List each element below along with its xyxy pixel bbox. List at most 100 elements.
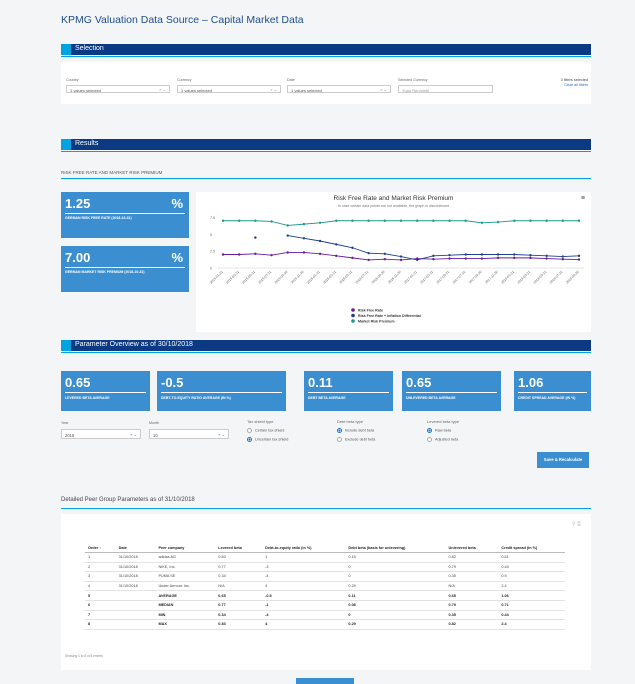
data-point bbox=[513, 219, 516, 222]
adjusted-beta-radio[interactable]: Adjusted beta bbox=[427, 437, 458, 442]
data-point bbox=[577, 258, 581, 261]
month-select[interactable]: 10 × ⌄ bbox=[149, 429, 229, 439]
card-value: 0.65 bbox=[406, 375, 432, 390]
results-subtitle: RISK FREE RATE AND MARKET RISK PREMIUM bbox=[61, 170, 163, 175]
radio-label: Adjusted beta bbox=[435, 437, 459, 442]
kpi-label: GERMAN RISK FREE RATE (2018-10-31) bbox=[65, 216, 132, 220]
y-tick-label: 5 bbox=[210, 233, 212, 237]
x-tick-label: 2018-01-31 bbox=[500, 270, 515, 285]
data-point bbox=[432, 258, 435, 261]
data-point bbox=[221, 219, 225, 222]
column-header[interactable]: Credit spread (in %) bbox=[498, 544, 565, 553]
data-point bbox=[448, 253, 451, 257]
card-value: 0.11 bbox=[308, 375, 333, 390]
table-cell: -0.5 bbox=[262, 590, 346, 601]
search-export-icon[interactable]: ⚲ ⎙ bbox=[572, 521, 581, 527]
x-tick-label: 2017-03-31 bbox=[419, 270, 434, 285]
table-cell: 0.83 bbox=[215, 619, 263, 630]
column-header[interactable]: Date bbox=[115, 544, 156, 553]
data-point bbox=[335, 243, 338, 246]
y-tick-label: 7.5 bbox=[210, 216, 215, 220]
data-point bbox=[286, 224, 289, 227]
column-header[interactable]: Unlevered beta bbox=[445, 544, 499, 553]
data-point bbox=[351, 246, 354, 249]
selected-currency-input[interactable]: Yuan Renminbi bbox=[398, 85, 493, 93]
country-select[interactable]: 1 values selected × ⌄ bbox=[66, 85, 170, 93]
table-cell: 0.51 bbox=[498, 552, 565, 563]
y-tick-label: 0 bbox=[210, 267, 212, 271]
tax-certain-radio[interactable]: Certain tax shield bbox=[247, 428, 284, 433]
table-cell: -4 bbox=[262, 610, 346, 621]
radio-label: Include debt beta bbox=[345, 428, 375, 433]
date-label: Date bbox=[287, 78, 295, 82]
table-cell: 31/10/2018 bbox=[115, 552, 156, 563]
table-cell: 0.79 bbox=[445, 600, 499, 611]
currency-label: Currency bbox=[177, 78, 192, 82]
currency-value: 1 values selected bbox=[181, 87, 212, 93]
x-tick-label: 2015-05-31 bbox=[241, 270, 256, 285]
clear-chevron-icon[interactable]: × ⌄ bbox=[270, 87, 277, 92]
table-cell: NIKE, Inc. bbox=[155, 562, 216, 573]
data-point bbox=[464, 253, 467, 256]
clear-chevron-icon[interactable]: × ⌄ bbox=[159, 87, 166, 92]
card-value: 0.65 bbox=[65, 375, 91, 390]
currency-select[interactable]: 1 values selected × ⌄ bbox=[177, 85, 281, 93]
kpi-risk-free-rate: 1.25 % GERMAN RISK FREE RATE (2018-10-31… bbox=[61, 192, 189, 238]
column-header[interactable]: Debt beta (basis for unlevering) bbox=[345, 544, 446, 553]
column-header[interactable]: Order ↑ bbox=[85, 544, 116, 553]
data-point bbox=[383, 219, 387, 222]
table-cell: 0 bbox=[345, 610, 446, 621]
table-cell: -4 bbox=[262, 571, 346, 582]
card-label: DEBT BETA AVERAGE bbox=[308, 396, 346, 400]
table-info: Showing 1 to 8 of 8 entries bbox=[65, 654, 103, 658]
overview-card: 0.65 UNLEVERED BETA AVERAGE bbox=[402, 371, 501, 411]
data-point bbox=[464, 257, 467, 260]
debt-include-radio[interactable]: Include debt beta bbox=[337, 428, 374, 433]
x-tick-label: 2015-03-31 bbox=[225, 270, 240, 285]
x-tick-label: 2018-09-30 bbox=[565, 270, 580, 285]
year-select[interactable]: 2018 × ⌄ bbox=[61, 429, 141, 439]
date-select[interactable]: 1 values selected × ⌄ bbox=[287, 85, 391, 93]
table-cell: 0.77 bbox=[215, 600, 263, 611]
data-point bbox=[335, 254, 338, 258]
data-point bbox=[529, 253, 532, 257]
table-cell: 0 bbox=[345, 562, 446, 573]
month-label: Month bbox=[149, 421, 159, 425]
card-label: CREDIT SPREAD AVERAGE (IN %) bbox=[518, 396, 576, 400]
bottom-button[interactable] bbox=[296, 678, 354, 684]
overview-card: 1.06 CREDIT SPREAD AVERAGE (IN %) bbox=[514, 371, 591, 411]
data-point bbox=[286, 251, 289, 254]
column-header[interactable]: Peer company bbox=[155, 544, 216, 553]
column-header[interactable]: Debt-to-equity ratio (in %) bbox=[262, 544, 346, 553]
table-cell: 2.4 bbox=[498, 619, 565, 630]
clear-chevron-icon[interactable]: × ⌄ bbox=[380, 87, 387, 92]
chevron-down-icon[interactable]: × ⌄ bbox=[218, 432, 225, 437]
table-cell: 0.35 bbox=[445, 571, 499, 582]
column-header[interactable]: Levered beta bbox=[215, 544, 263, 553]
y-tick-label: 2.5 bbox=[210, 250, 215, 254]
debt-exclude-radio[interactable]: Exclude debt beta bbox=[337, 437, 375, 442]
data-point bbox=[399, 219, 403, 222]
data-point bbox=[221, 253, 225, 256]
overview-card: 0.11 DEBT BETA AVERAGE bbox=[304, 371, 393, 411]
data-point bbox=[302, 222, 306, 226]
radio-label: Certain tax shield bbox=[255, 428, 285, 433]
kpi-label: GERMAN MARKET RISK PREMIUM (2018-10-31) bbox=[65, 270, 145, 274]
chevron-down-icon[interactable]: × ⌄ bbox=[130, 432, 137, 437]
data-point bbox=[432, 254, 435, 258]
data-point bbox=[302, 251, 306, 254]
table-row: 5 AVERAGE 0.65 -0.5 0.11 0.65 1.06 bbox=[85, 590, 565, 601]
tax-uncertain-radio[interactable]: Uncertain tax shield bbox=[247, 437, 288, 442]
table-cell: 0.83 bbox=[215, 552, 263, 563]
x-tick-label: 2018-05-31 bbox=[533, 270, 548, 285]
kpi-market-risk-premium: 7.00 % GERMAN MARKET RISK PREMIUM (2018-… bbox=[61, 246, 189, 292]
raw-beta-radio[interactable]: Raw beta bbox=[427, 428, 451, 433]
clear-filters-link[interactable]: Clear all filters bbox=[564, 83, 588, 87]
data-point bbox=[351, 219, 354, 222]
legend-marker bbox=[351, 308, 355, 312]
percent-icon: % bbox=[171, 250, 183, 265]
table-row: 2 31/10/2018 NIKE, Inc. 0.77 -3 0 0.79 0.44 bbox=[85, 562, 565, 573]
save-recalculate-button[interactable]: Save & Recalculate bbox=[537, 452, 589, 468]
table-row: 6 MEDIAN 0.77 -1 0.08 0.79 0.71 bbox=[85, 600, 565, 611]
data-point bbox=[561, 219, 565, 222]
